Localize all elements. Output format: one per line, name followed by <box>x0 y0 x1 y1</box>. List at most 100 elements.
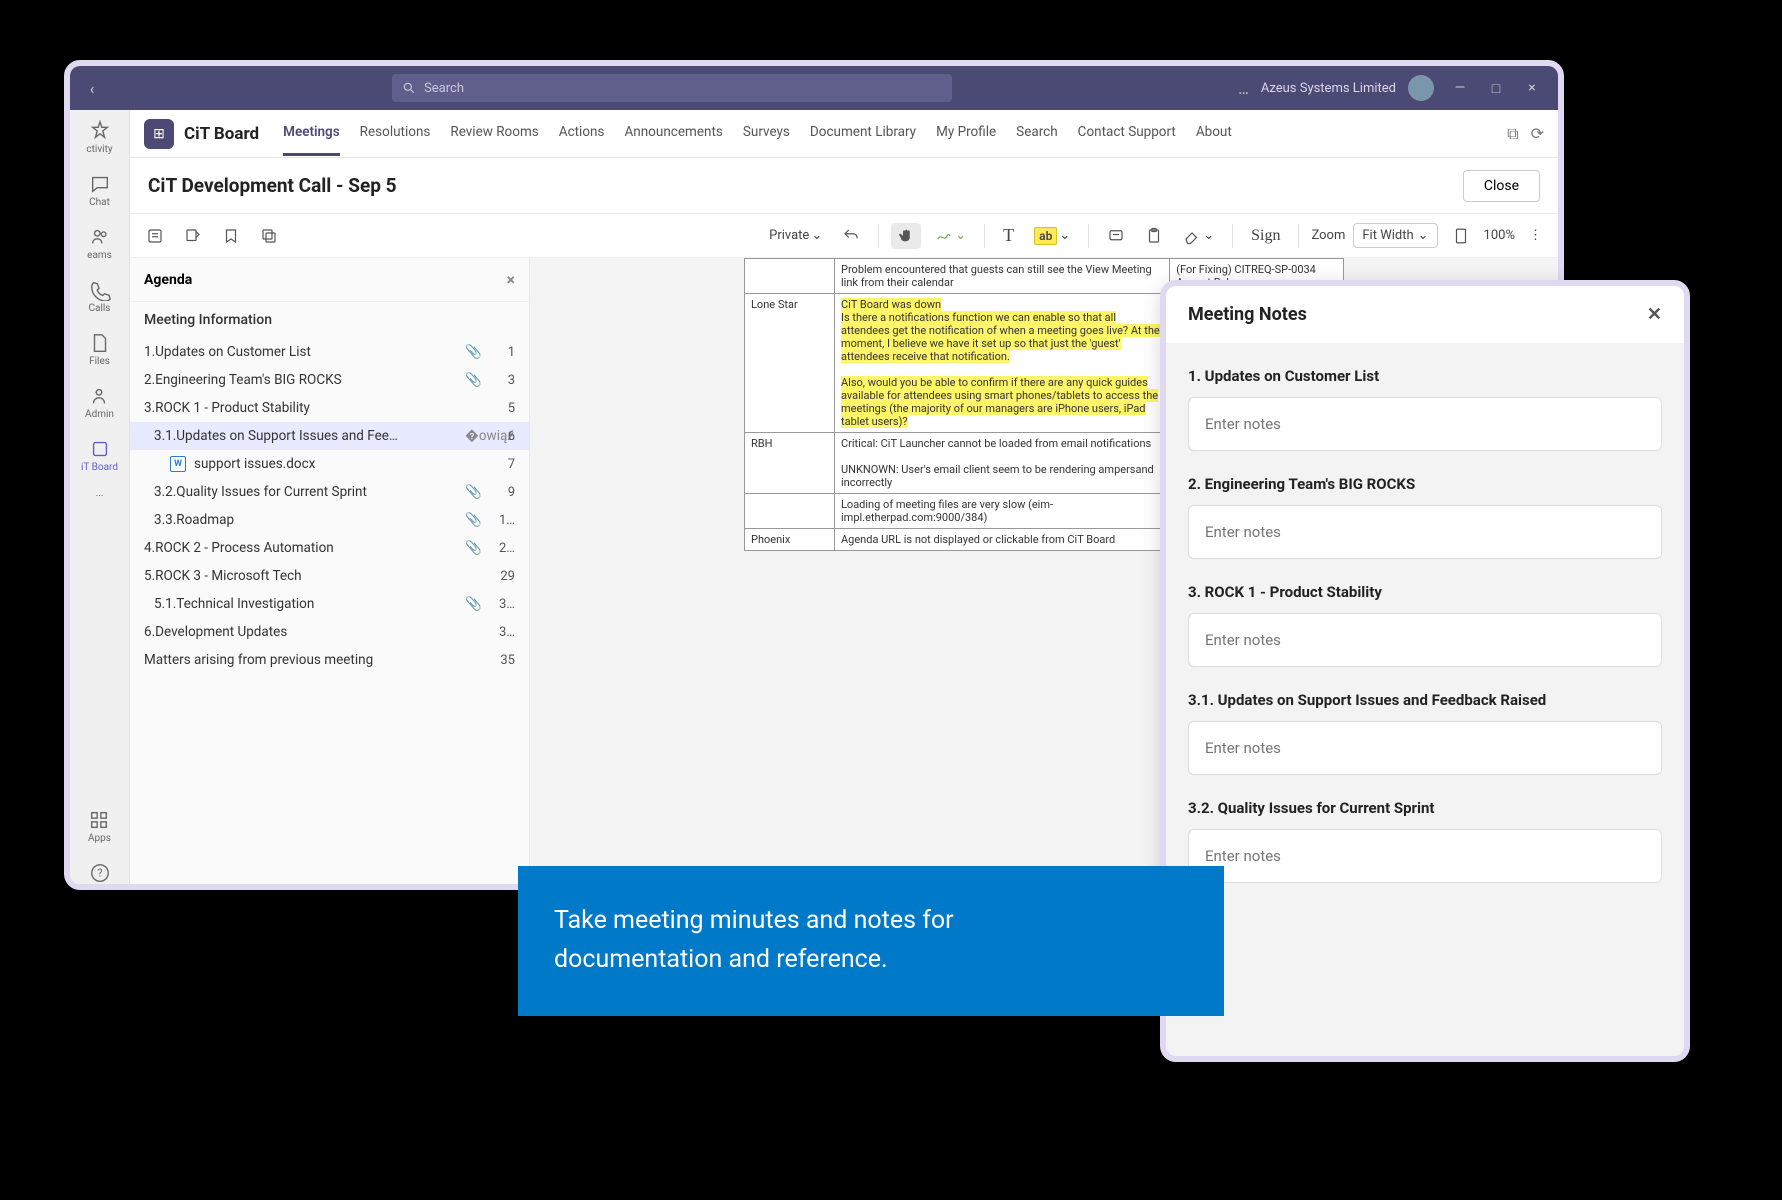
tab-actions[interactable]: Actions <box>559 111 605 156</box>
agenda-title: Agenda <box>144 272 192 288</box>
zoom-mode-select[interactable]: Fit Width ⌄ <box>1353 223 1437 248</box>
agenda-close-icon[interactable]: × <box>507 270 516 289</box>
notes-close-icon[interactable]: ✕ <box>1647 304 1662 325</box>
tab-document-library[interactable]: Document Library <box>810 111 916 156</box>
agenda-item-page: 1… <box>489 513 515 528</box>
notes-input[interactable] <box>1188 613 1662 667</box>
eraser-icon[interactable]: ⌄ <box>1177 223 1220 249</box>
text-tool-icon[interactable]: T <box>997 221 1020 250</box>
page-title: CiT Development Call - Sep 5 <box>148 174 397 197</box>
tab-about[interactable]: About <box>1196 111 1232 156</box>
tab-contact-support[interactable]: Contact Support <box>1078 111 1176 156</box>
notes-section-title: 3.2. Quality Issues for Current Sprint <box>1188 799 1662 817</box>
close-button[interactable]: Close <box>1463 170 1540 202</box>
doc-cell <box>745 259 835 294</box>
rail-files[interactable]: Files <box>89 332 111 367</box>
agenda-item[interactable]: 3.3.Roadmap📎1… <box>130 506 529 534</box>
agenda-item[interactable]: 6.Development Updates3… <box>130 618 529 646</box>
agenda-item[interactable]: 3.ROCK 1 - Product Stability5 <box>130 394 529 422</box>
rail-teams[interactable]: eams <box>87 226 112 261</box>
doc-cell: CiT Board was downIs there a notificatio… <box>835 294 1170 433</box>
window-maximize[interactable]: □ <box>1478 80 1514 97</box>
privacy-dropdown[interactable]: Private ⌄ <box>763 224 828 247</box>
agenda-item-label: 4.ROCK 2 - Process Automation <box>144 540 457 556</box>
attachment-icon: �owiąz <box>465 428 481 444</box>
global-search[interactable]: Search <box>392 74 952 102</box>
comment-icon[interactable] <box>1101 223 1131 249</box>
rail-admin[interactable]: Admin <box>85 385 114 420</box>
tab-announcements[interactable]: Announcements <box>624 111 722 156</box>
activity-icon <box>89 120 111 142</box>
annotate-icon[interactable] <box>178 223 208 249</box>
chat-icon <box>89 173 111 195</box>
admin-icon <box>88 385 110 407</box>
highlight-tool[interactable]: ab ⌄ <box>1028 223 1076 249</box>
clipboard-icon[interactable] <box>1139 223 1169 249</box>
agenda-item-label: 5.1.Technical Investigation <box>154 596 457 612</box>
agenda-item[interactable]: 4.ROCK 2 - Process Automation📎2… <box>130 534 529 562</box>
doc-toolbar: Private ⌄ ⌄ T ab ⌄ ⌄ Sign Zoom Fit Width… <box>130 214 1558 258</box>
rail-more[interactable]: ··· <box>96 491 104 502</box>
agenda-item[interactable]: 1.Updates on Customer List📎1 <box>130 338 529 366</box>
note-icon[interactable] <box>140 223 170 249</box>
bookmark-icon[interactable] <box>216 223 246 249</box>
agenda-item-label: 3.3.Roadmap <box>154 512 457 528</box>
callout-overlay: Take meeting minutes and notes for docum… <box>518 866 1224 1016</box>
svg-text:?: ? <box>97 867 102 880</box>
popout-icon[interactable]: ⧉ <box>1507 124 1518 144</box>
tab-my-profile[interactable]: My Profile <box>936 111 996 156</box>
notes-section: 3. ROCK 1 - Product Stability <box>1188 583 1662 667</box>
agenda-item-page: 5 <box>489 401 515 416</box>
app-logo-icon: ⊞ <box>144 119 174 149</box>
agenda-item[interactable]: 3.2.Quality Issues for Current Sprint📎9 <box>130 478 529 506</box>
rail-calls[interactable]: Calls <box>89 279 111 314</box>
notes-input[interactable] <box>1188 397 1662 451</box>
rail-apps[interactable]: Apps <box>88 809 111 844</box>
tab-surveys[interactable]: Surveys <box>743 111 790 156</box>
meeting-notes-panel: Meeting Notes✕ 1. Updates on Customer Li… <box>1160 280 1690 1062</box>
agenda-item[interactable]: 5.1.Technical Investigation📎3… <box>130 590 529 618</box>
org-name: Azeus Systems Limited <box>1261 81 1396 96</box>
doc-cell: Agenda URL is not displayed or clickable… <box>835 529 1170 551</box>
agenda-item-label: 2.Engineering Team's BIG ROCKS <box>144 372 457 388</box>
rail-help[interactable]: ? <box>89 862 111 884</box>
dots-icon[interactable]: … <box>1238 79 1249 98</box>
agenda-item-page: 3 <box>489 373 515 388</box>
doc-cell: Loading of meeting files are very slow (… <box>835 494 1170 529</box>
copy-icon[interactable] <box>254 223 284 249</box>
tab-review-rooms[interactable]: Review Rooms <box>450 111 538 156</box>
agenda-item-page: 6 <box>489 429 515 444</box>
draw-icon[interactable]: ⌄ <box>929 223 972 249</box>
back-button[interactable]: ‹ <box>78 79 106 98</box>
notes-input[interactable] <box>1188 721 1662 775</box>
undo-icon[interactable] <box>836 223 866 249</box>
refresh-icon[interactable]: ⟳ <box>1531 124 1544 144</box>
agenda-item[interactable]: 2.Engineering Team's BIG ROCKS📎3 <box>130 366 529 394</box>
doc-cell: Phoenix <box>745 529 835 551</box>
rail-chat[interactable]: Chat <box>89 173 111 208</box>
window-minimize[interactable]: — <box>1442 80 1478 96</box>
window-close[interactable]: × <box>1514 80 1550 96</box>
sign-button[interactable]: Sign <box>1245 223 1286 249</box>
app-brand: CiT Board <box>184 124 259 144</box>
user-avatar[interactable] <box>1408 75 1434 101</box>
rail-activity[interactable]: ctivity <box>86 120 112 155</box>
rail-citboard[interactable]: iT Board <box>81 438 118 473</box>
notes-input[interactable] <box>1188 505 1662 559</box>
more-icon[interactable]: ⋮ <box>1523 224 1548 247</box>
agenda-item-page: 2… <box>489 541 515 556</box>
agenda-item-label: 3.2.Quality Issues for Current Sprint <box>154 484 457 500</box>
agenda-item-page: 3… <box>489 625 515 640</box>
agenda-item[interactable]: 3.1.Updates on Support Issues and Fee…�o… <box>130 422 529 450</box>
page-icon[interactable] <box>1446 223 1476 249</box>
hand-tool-icon[interactable] <box>891 223 921 249</box>
tab-resolutions[interactable]: Resolutions <box>360 111 431 156</box>
agenda-item[interactable]: Matters arising from previous meeting35 <box>130 646 529 674</box>
agenda-item[interactable]: 5.ROCK 3 - Microsoft Tech29 <box>130 562 529 590</box>
notes-section: 2. Engineering Team's BIG ROCKS <box>1188 475 1662 559</box>
tab-meetings[interactable]: Meetings <box>283 111 340 156</box>
notes-section: 3.2. Quality Issues for Current Sprint <box>1188 799 1662 883</box>
tab-search[interactable]: Search <box>1016 111 1057 156</box>
notes-input[interactable] <box>1188 829 1662 883</box>
agenda-item[interactable]: Wsupport issues.docx7 <box>130 450 529 478</box>
